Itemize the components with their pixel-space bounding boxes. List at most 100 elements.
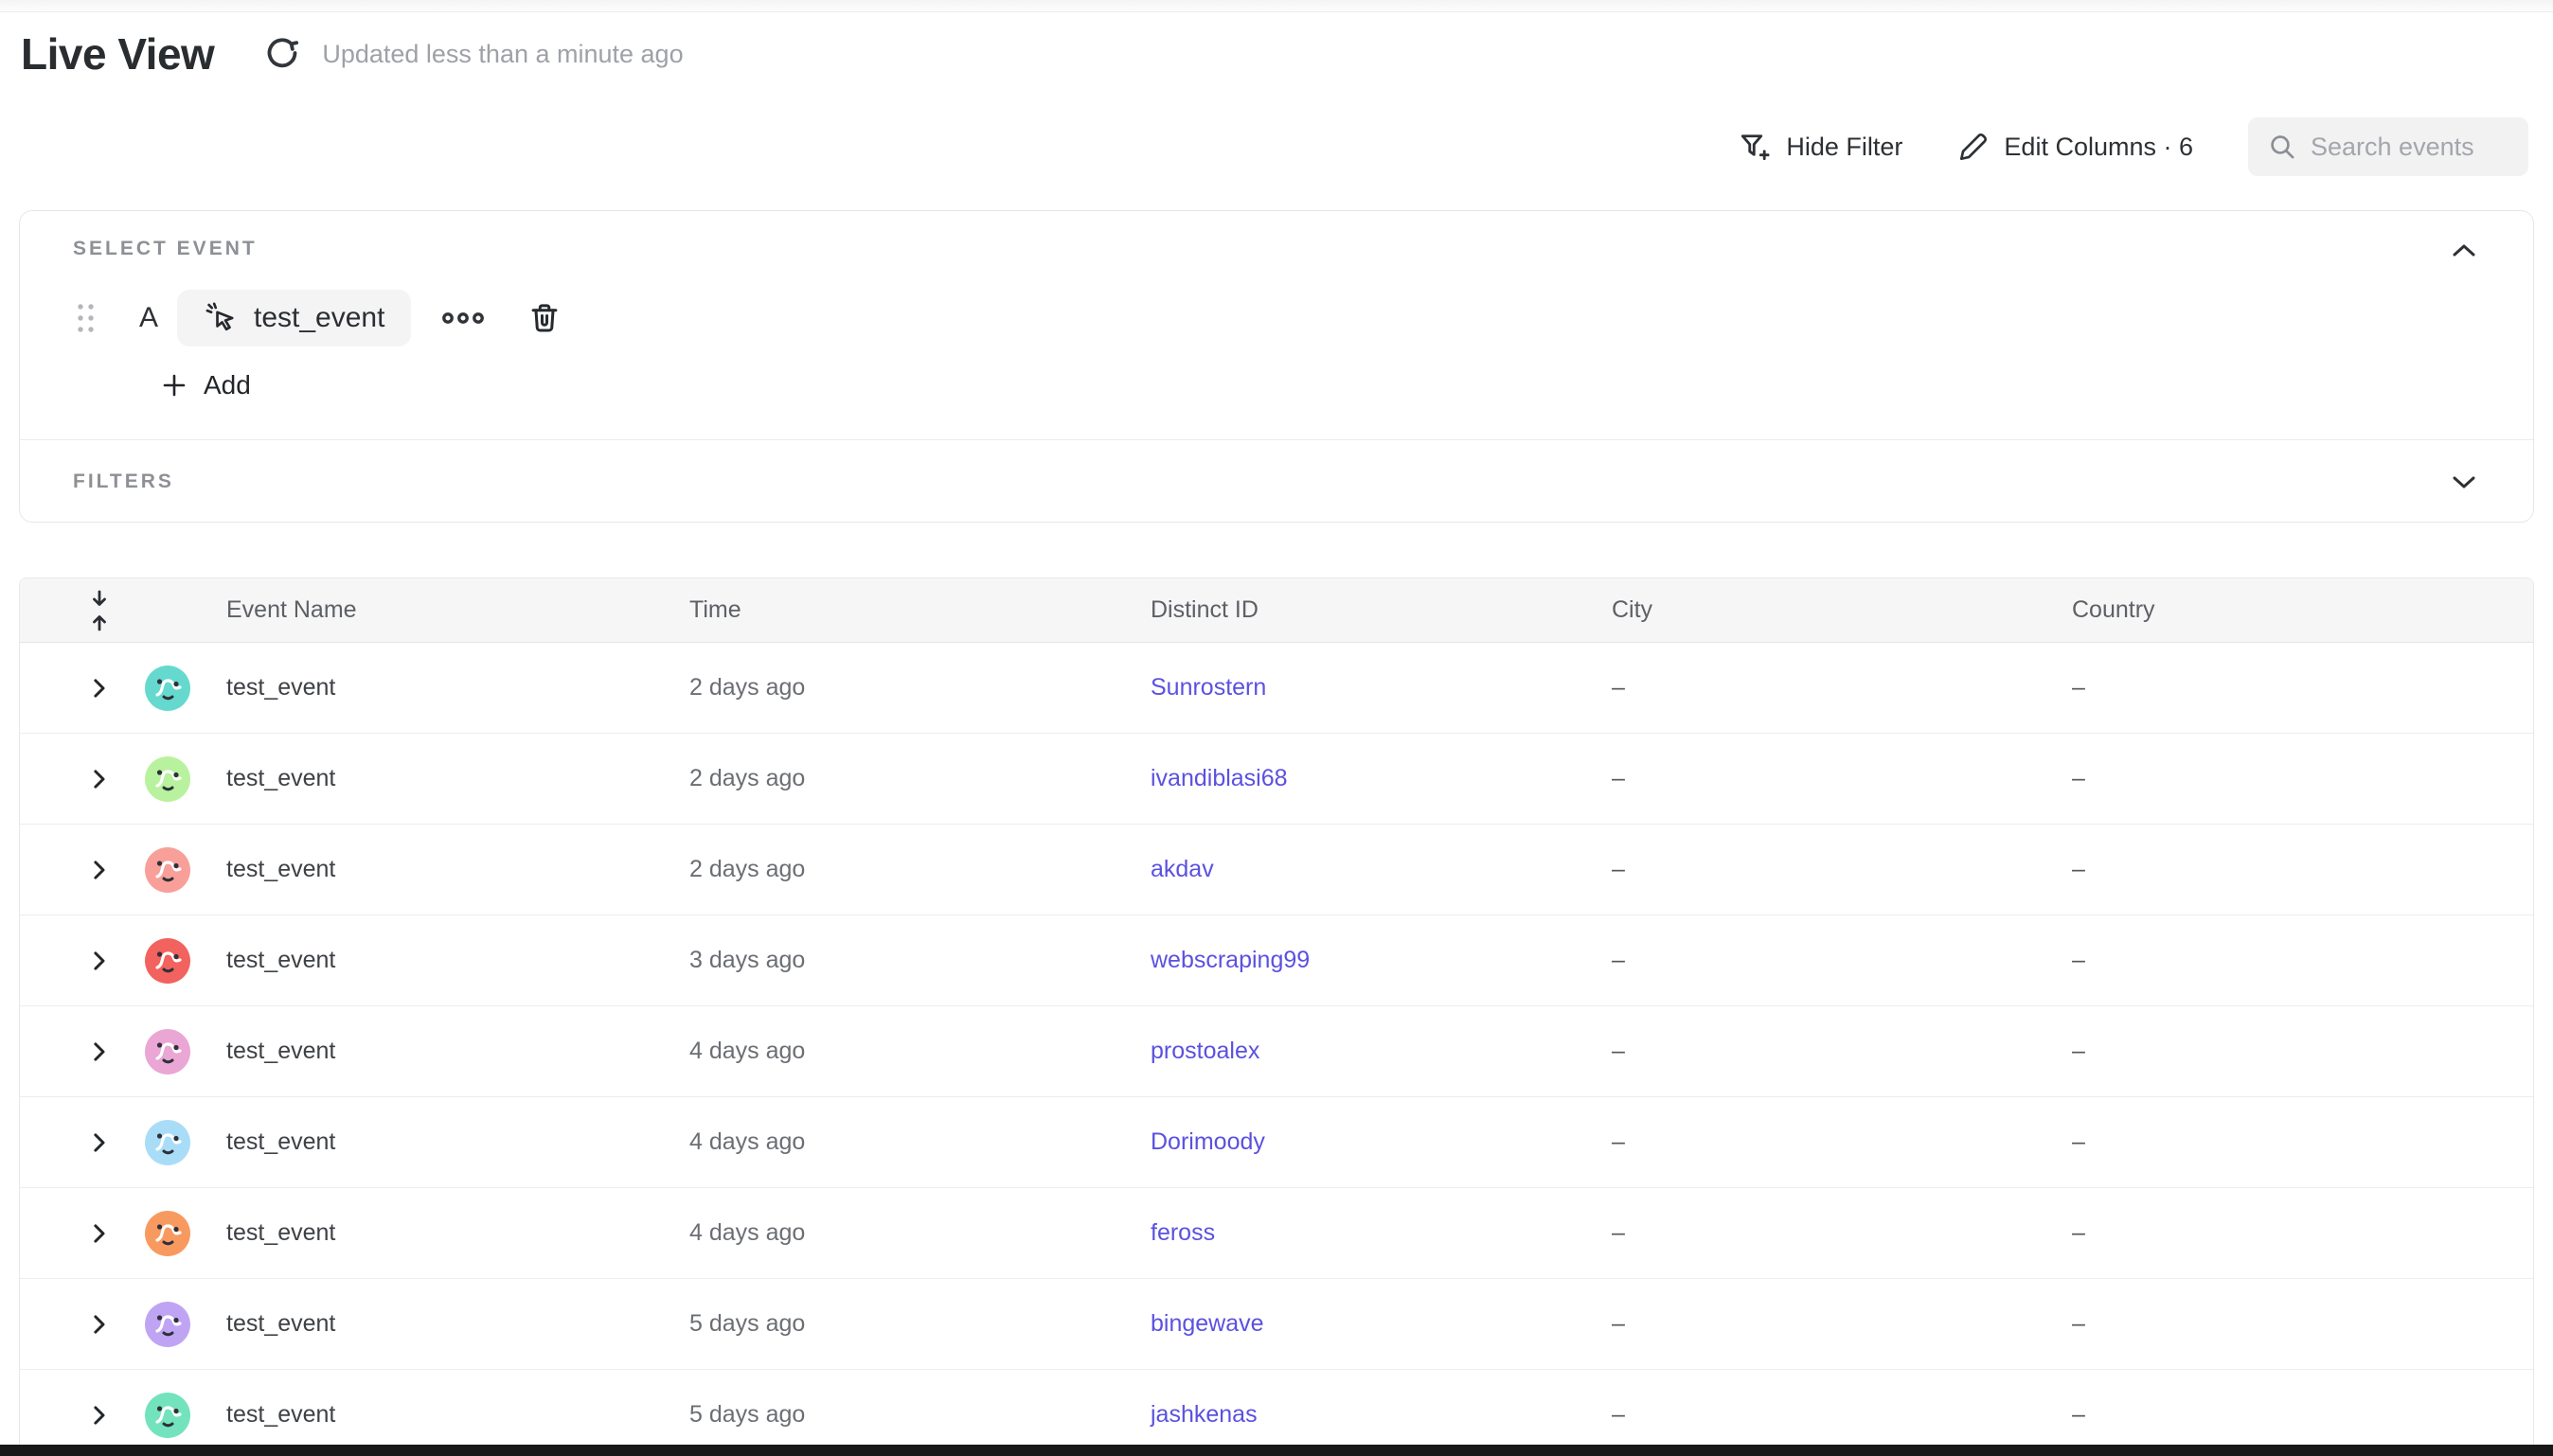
distinct-id-link[interactable]: Sunrostern xyxy=(1151,674,1266,701)
toolbar: Hide Filter Edit Columns · 6 xyxy=(1738,117,2528,176)
column-header-distinct-id: Distinct ID xyxy=(1151,596,1612,624)
event-name-cell: test_event xyxy=(226,765,689,792)
filters-section[interactable]: FILTERS xyxy=(20,439,2533,523)
city-cell: – xyxy=(1612,1038,2072,1065)
table-body: test_event 2 days ago Sunrostern – – xyxy=(20,643,2533,1456)
event-name-cell: test_event xyxy=(226,1128,689,1156)
expand-row-icon[interactable] xyxy=(84,1038,113,1066)
time-cell: 5 days ago xyxy=(689,1310,1151,1338)
city-cell: – xyxy=(1612,1128,2072,1156)
search-box xyxy=(2248,117,2528,176)
expand-row-icon[interactable] xyxy=(84,674,113,702)
expand-row-icon[interactable] xyxy=(84,1128,113,1157)
more-options-icon[interactable] xyxy=(441,308,485,328)
expand-row-icon[interactable] xyxy=(84,947,113,975)
distinct-id-link[interactable]: akdav xyxy=(1151,856,1214,882)
updated-status: Updated less than a minute ago xyxy=(322,40,683,69)
bottom-edge-bar xyxy=(0,1445,2553,1456)
expand-row-icon[interactable] xyxy=(84,1401,113,1429)
add-event-button[interactable]: Add xyxy=(160,370,251,400)
distinct-id-link[interactable]: Dorimoody xyxy=(1151,1128,1265,1155)
time-cell: 2 days ago xyxy=(689,674,1151,701)
column-header-country: Country xyxy=(2072,596,2533,624)
expand-row-icon[interactable] xyxy=(84,765,113,793)
distinct-id-link[interactable]: feross xyxy=(1151,1219,1215,1246)
page-header: Live View Updated less than a minute ago xyxy=(21,27,684,81)
time-cell: 4 days ago xyxy=(689,1038,1151,1065)
country-cell: – xyxy=(2072,1401,2533,1429)
collapse-all-cell xyxy=(20,588,124,633)
distinct-id-link[interactable]: ivandiblasi68 xyxy=(1151,765,1288,791)
distinct-id-link[interactable]: bingewave xyxy=(1151,1310,1264,1337)
time-cell: 4 days ago xyxy=(689,1219,1151,1247)
user-avatar xyxy=(145,1029,226,1074)
edit-columns-button[interactable]: Edit Columns · 6 xyxy=(1957,131,2193,163)
add-label: Add xyxy=(204,370,251,400)
table-row: test_event 4 days ago prostoalex – – xyxy=(20,1006,2533,1097)
event-selector-chip[interactable]: test_event xyxy=(177,290,411,346)
table-row: test_event 5 days ago jashkenas – – xyxy=(20,1370,2533,1456)
time-cell: 2 days ago xyxy=(689,765,1151,792)
distinct-id-link[interactable]: jashkenas xyxy=(1151,1401,1258,1428)
hide-filter-button[interactable]: Hide Filter xyxy=(1738,130,1902,164)
expand-row-icon[interactable] xyxy=(84,856,113,884)
table-row: test_event 3 days ago webscraping99 – – xyxy=(20,915,2533,1006)
event-name-cell: test_event xyxy=(226,947,689,974)
event-chip-label: test_event xyxy=(254,302,384,334)
user-avatar xyxy=(145,756,226,802)
user-avatar xyxy=(145,666,226,711)
events-table: Event Name Time Distinct ID City Country xyxy=(19,577,2534,1456)
time-cell: 2 days ago xyxy=(689,856,1151,883)
plus-icon xyxy=(160,371,188,400)
city-cell: – xyxy=(1612,1310,2072,1338)
user-avatar xyxy=(145,847,226,893)
chevron-up-icon[interactable] xyxy=(2450,241,2478,260)
select-event-label: SELECT EVENT xyxy=(73,238,2480,260)
distinct-id-link[interactable]: prostoalex xyxy=(1151,1038,1259,1064)
event-name-cell: test_event xyxy=(226,1401,689,1429)
city-cell: – xyxy=(1612,1219,2072,1247)
country-cell: – xyxy=(2072,1038,2533,1065)
country-cell: – xyxy=(2072,947,2533,974)
trash-icon[interactable] xyxy=(527,300,562,336)
table-row: test_event 5 days ago bingewave – – xyxy=(20,1279,2533,1370)
query-builder-card: SELECT EVENT A xyxy=(19,210,2534,523)
country-cell: – xyxy=(2072,856,2533,883)
event-name-cell: test_event xyxy=(226,1310,689,1338)
event-position-letter: A xyxy=(139,302,158,334)
table-row: test_event 4 days ago Dorimoody – – xyxy=(20,1097,2533,1188)
country-cell: – xyxy=(2072,765,2533,792)
country-cell: – xyxy=(2072,1310,2533,1338)
column-header-city: City xyxy=(1612,596,2072,624)
country-cell: – xyxy=(2072,1219,2533,1247)
expand-row-icon[interactable] xyxy=(84,1219,113,1248)
table-row: test_event 2 days ago Sunrostern – – xyxy=(20,643,2533,734)
distinct-id-link[interactable]: webscraping99 xyxy=(1151,947,1310,973)
filter-plus-icon xyxy=(1738,130,1772,164)
chevron-down-icon[interactable] xyxy=(2450,472,2478,491)
user-avatar xyxy=(145,1302,226,1347)
search-icon xyxy=(2267,132,2297,162)
city-cell: – xyxy=(1612,947,2072,974)
filters-label: FILTERS xyxy=(73,471,174,493)
time-cell: 4 days ago xyxy=(689,1128,1151,1156)
search-input[interactable] xyxy=(2311,133,2509,162)
country-cell: – xyxy=(2072,674,2533,701)
pencil-icon xyxy=(1957,131,1990,163)
edit-columns-label: Edit Columns · 6 xyxy=(2004,133,2193,162)
event-name-cell: test_event xyxy=(226,1219,689,1247)
event-row: A test_event xyxy=(73,291,2480,346)
expand-row-icon[interactable] xyxy=(84,1310,113,1339)
refresh-icon[interactable] xyxy=(263,35,301,73)
table-row: test_event 2 days ago akdav – – xyxy=(20,825,2533,915)
drag-handle-icon[interactable] xyxy=(73,299,98,337)
table-row: test_event 2 days ago ivandiblasi68 – – xyxy=(20,734,2533,825)
event-name-cell: test_event xyxy=(226,1038,689,1065)
page-title: Live View xyxy=(21,28,214,80)
user-avatar xyxy=(145,1211,226,1256)
table-header-row: Event Name Time Distinct ID City Country xyxy=(20,578,2533,643)
city-cell: – xyxy=(1612,856,2072,883)
event-name-cell: test_event xyxy=(226,856,689,883)
collapse-all-icon[interactable] xyxy=(86,588,113,633)
event-name-cell: test_event xyxy=(226,674,689,701)
